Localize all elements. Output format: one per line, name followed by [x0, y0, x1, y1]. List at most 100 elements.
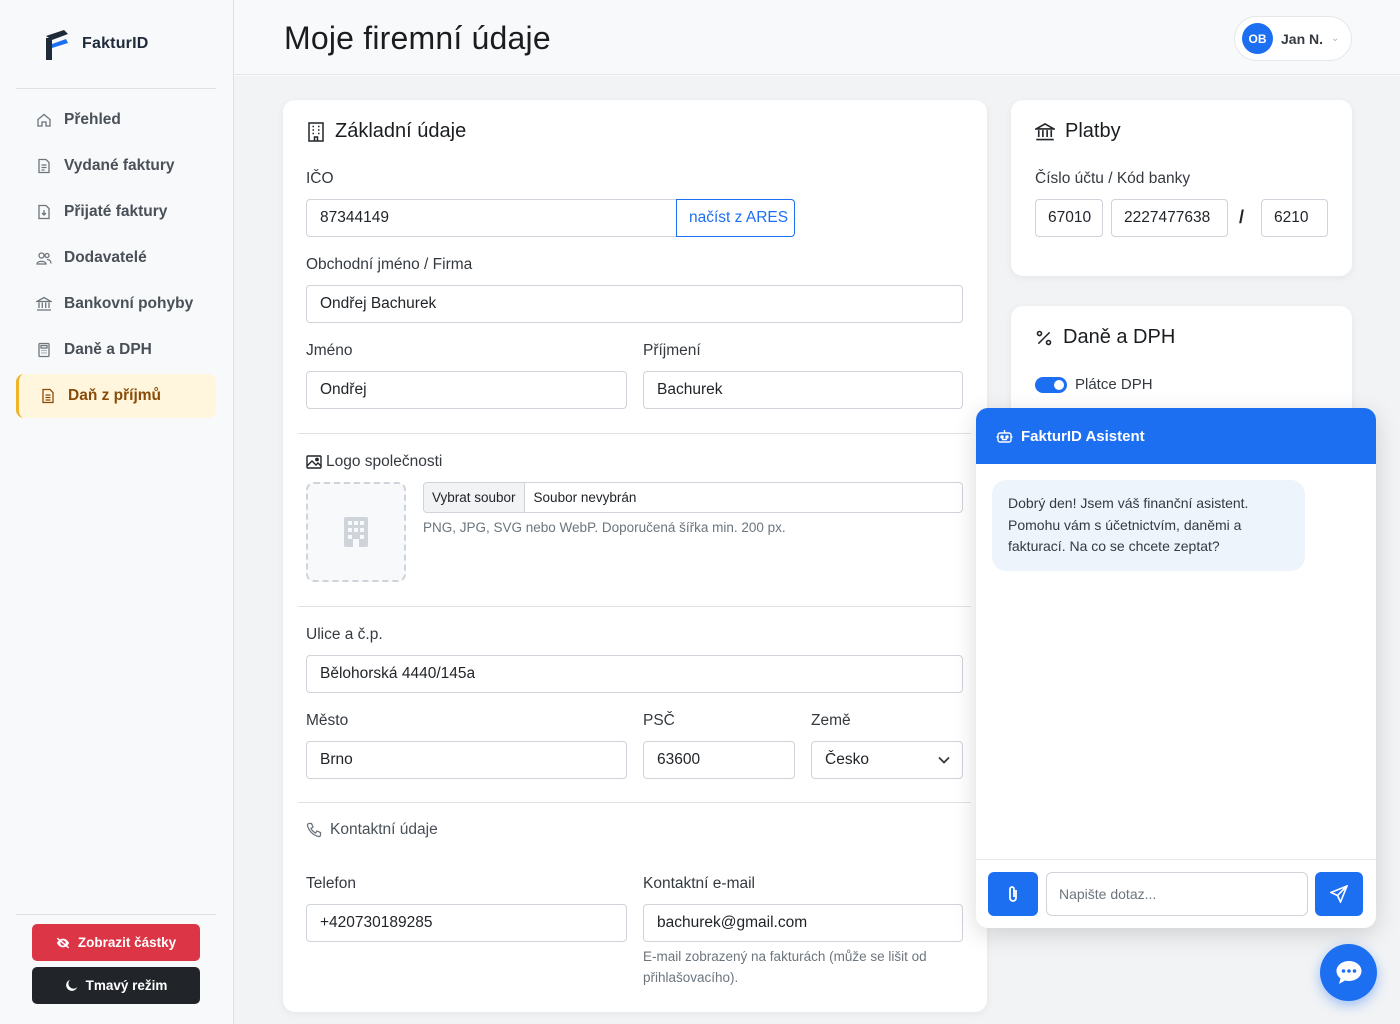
basic-info-heading: Základní údaje: [307, 120, 466, 143]
first-name-input[interactable]: Ondřej: [306, 371, 627, 409]
logo-label: Logo společnosti: [326, 453, 443, 470]
sidebar-nav: Přehled Vydané faktury Přijaté faktury D…: [16, 98, 216, 420]
email-input[interactable]: bachurek@gmail.com: [643, 904, 963, 942]
city-input[interactable]: Brno: [306, 741, 627, 779]
sidebar-item-label: Daně a DPH: [64, 341, 152, 358]
section-divider: [298, 606, 971, 607]
vat-payer-toggle[interactable]: [1035, 377, 1067, 393]
file-none-text: Soubor nevybrán: [533, 490, 637, 505]
dark-mode-button[interactable]: Tmavý režim: [32, 967, 200, 1004]
email-label: Kontaktní e-mail: [643, 875, 755, 892]
chat-toggle-button[interactable]: [1320, 944, 1377, 1001]
payments-title: Platby: [1065, 120, 1121, 142]
chat-input[interactable]: Napište dotaz...: [1046, 872, 1308, 916]
basic-info-card: Základní údaje IČO 87344149 načíst z ARE…: [283, 100, 987, 1012]
chat-welcome-message: Dobrý den! Jsem váš finanční asistent. P…: [992, 480, 1305, 571]
contact-label: Kontaktní údaje: [330, 821, 438, 838]
document-download-icon: [38, 204, 50, 220]
send-icon: [1330, 885, 1348, 903]
sidebar-divider: [16, 88, 216, 89]
company-label: Obchodní jméno / Firma: [306, 256, 473, 273]
chat-divider: [976, 859, 1376, 860]
ico-input[interactable]: 87344149: [306, 199, 677, 237]
zip-label: PSČ: [643, 712, 675, 729]
basic-info-title: Základní údaje: [335, 120, 467, 142]
sidebar-item-label: Přehled: [64, 111, 121, 128]
robot-icon: [996, 429, 1013, 443]
ico-label: IČO: [306, 170, 334, 187]
logo-icon: [46, 30, 68, 60]
show-amounts-button[interactable]: Zobrazit částky: [32, 924, 200, 961]
bank-icon: [1035, 122, 1055, 140]
street-input[interactable]: Bělohorská 4440/145a: [306, 655, 963, 693]
sidebar-item-label: Vydané faktury: [64, 157, 175, 174]
dark-mode-label: Tmavý režim: [85, 978, 168, 993]
taxes-title: Daně a DPH: [1063, 326, 1176, 348]
contact-heading: Kontaktní údaje: [306, 821, 438, 839]
sidebar-item-label: Bankovní pohyby: [64, 295, 194, 312]
file-hint: PNG, JPG, SVG nebo WebP. Doporučená šířk…: [423, 520, 786, 535]
bank-code-input[interactable]: 6210: [1261, 199, 1328, 237]
file-input[interactable]: Vybrat soubor Soubor nevybrán: [423, 482, 963, 513]
toggle-knob: [1054, 380, 1064, 390]
sidebar-item-label: Přijaté faktury: [64, 203, 168, 220]
receipt-icon: [42, 388, 54, 404]
country-label: Země: [811, 712, 851, 729]
sidebar-item-prijate-faktury[interactable]: Přijaté faktury: [16, 190, 216, 234]
sidebar-item-label: Daň z příjmů: [68, 387, 162, 404]
section-divider: [298, 433, 971, 434]
show-amounts-label: Zobrazit částky: [77, 935, 177, 950]
chevron-down-icon: [938, 756, 950, 764]
choose-file-button[interactable]: Vybrat soubor: [424, 483, 525, 512]
account-slash: /: [1239, 207, 1245, 227]
company-input[interactable]: Ondřej Bachurek: [306, 285, 963, 323]
vat-payer-label: Plátce DPH: [1075, 376, 1153, 393]
logo-placeholder[interactable]: [306, 482, 406, 582]
sidebar-item-prehled[interactable]: Přehled: [16, 98, 216, 142]
account-number-input[interactable]: 2227477638: [1111, 199, 1228, 237]
email-hint: E-mail zobrazený na fakturách (může se l…: [643, 949, 927, 985]
page-title: Moje firemní údaje: [284, 20, 551, 56]
eye-slash-icon: [56, 937, 69, 948]
sidebar-item-dane-a-dph[interactable]: Daně a DPH: [16, 328, 216, 372]
users-icon: [36, 252, 52, 265]
home-icon: [37, 113, 51, 127]
chat-widget: FakturID Asistent Dobrý den! Jsem váš fi…: [976, 408, 1376, 928]
first-name-label: Jméno: [306, 342, 353, 359]
sidebar-item-vydane-faktury[interactable]: Vydané faktury: [16, 144, 216, 188]
building-icon: [308, 121, 324, 142]
sidebar-item-bankovni-pohyby[interactable]: Bankovní pohyby: [16, 282, 216, 326]
sidebar-item-dan-z-prijmu[interactable]: Daň z příjmů: [16, 374, 216, 418]
country-value: Česko: [825, 751, 869, 768]
sidebar-item-dodavatele[interactable]: Dodavatelé: [16, 236, 216, 280]
zip-input[interactable]: 63600: [643, 741, 795, 779]
chevron-down-icon: ⌄: [1331, 33, 1340, 44]
payments-card: Platby Číslo účtu / Kód banky 67010 2227…: [1011, 100, 1352, 276]
city-label: Město: [306, 712, 349, 729]
app-logo[interactable]: FakturID: [44, 26, 149, 62]
paperclip-icon: [1009, 886, 1017, 902]
bank-icon: [36, 296, 52, 311]
document-icon: [38, 158, 50, 174]
ares-button[interactable]: načíst z ARES: [676, 199, 795, 237]
country-select[interactable]: Česko: [811, 741, 963, 779]
send-button[interactable]: [1315, 872, 1363, 916]
section-divider: [298, 802, 971, 803]
image-icon: [306, 455, 322, 469]
sidebar-item-label: Dodavatelé: [64, 249, 147, 266]
taxes-heading: Daně a DPH: [1035, 326, 1175, 349]
user-menu[interactable]: OB Jan N. ⌄: [1234, 16, 1352, 61]
sidebar: FakturID Přehled Vydané faktury Přijaté …: [0, 0, 234, 1024]
chat-header: FakturID Asistent: [976, 408, 1376, 464]
last-name-input[interactable]: Bachurek: [643, 371, 963, 409]
phone-input[interactable]: +420730189285: [306, 904, 627, 942]
app-name: FakturID: [82, 35, 149, 52]
percent-icon: [1036, 330, 1052, 345]
moon-icon: [65, 979, 77, 991]
street-label: Ulice a č.p.: [306, 626, 383, 643]
user-name: Jan N.: [1281, 30, 1324, 47]
phone-icon: [306, 822, 322, 838]
account-prefix-input[interactable]: 67010: [1035, 199, 1103, 237]
attach-button[interactable]: [988, 872, 1038, 916]
last-name-label: Příjmení: [643, 342, 701, 359]
